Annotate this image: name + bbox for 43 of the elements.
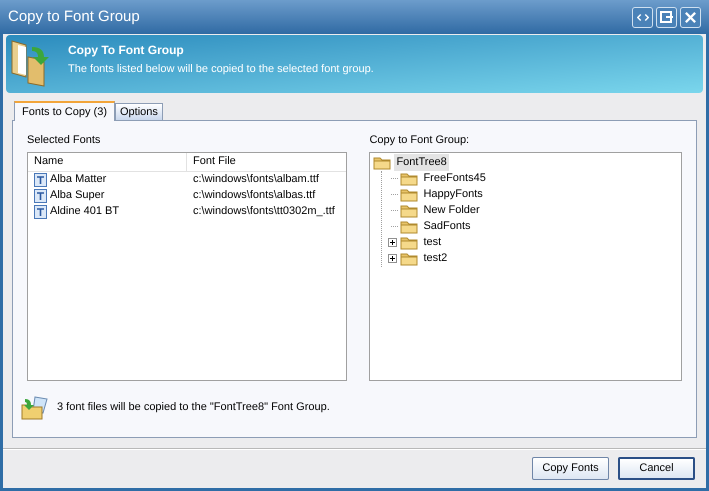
header-title: Copy To Font Group <box>68 42 185 59</box>
font-file-icon <box>34 188 47 202</box>
font-file-icon <box>34 204 47 218</box>
restore-button[interactable] <box>656 6 677 28</box>
tree-item[interactable]: FreeFonts45 <box>421 170 488 187</box>
close-icon <box>684 10 697 24</box>
folder-icon <box>400 252 418 266</box>
dialog-button[interactable]: Cancel <box>618 457 695 480</box>
dialog-button[interactable]: Copy Fonts <box>532 457 609 480</box>
restore-icon <box>660 11 674 23</box>
font-file-path: c:\windows\fonts\albas.ttf <box>192 188 316 204</box>
list-label: Selected Fonts <box>27 133 102 148</box>
close-button[interactable] <box>680 6 701 28</box>
column-header[interactable]: Font File <box>187 152 346 170</box>
font-name[interactable]: Alba Super <box>50 187 104 204</box>
tree-item[interactable]: New Folder <box>421 202 482 219</box>
tree-label: Copy to Font Group: <box>369 133 470 148</box>
tree-item[interactable]: FontTree8 <box>394 154 449 171</box>
header-description: The fonts listed below will be copied to the selected font group. <box>68 62 374 77</box>
font-file-path: c:\windows\fonts\tt0302m_.ttf <box>192 204 335 220</box>
font-file-path: c:\windows\fonts\albam.ttf <box>192 172 319 188</box>
folder-icon <box>400 220 418 234</box>
expand-toggle[interactable] <box>388 238 398 247</box>
folder-icon <box>400 204 418 218</box>
status-message: 3 font files will be copied to the "FontTree8" Font Group. <box>57 400 330 416</box>
column-header[interactable]: Name <box>28 152 187 170</box>
tab[interactable]: Fonts to Copy (3) <box>14 101 115 121</box>
resize-button[interactable] <box>632 6 653 28</box>
tree-item[interactable]: HappyFonts <box>421 186 485 203</box>
expand-toggle[interactable] <box>388 254 398 263</box>
folder-icon <box>400 236 418 250</box>
tree-item[interactable]: test <box>421 234 444 251</box>
resize-icon <box>636 12 648 22</box>
folder-icon <box>400 188 418 202</box>
font-file-icon <box>34 172 47 186</box>
folder-icon <box>373 156 392 170</box>
window-title: Copy to Font Group <box>8 6 141 27</box>
tab[interactable]: Options <box>114 103 163 120</box>
tree-item[interactable]: SadFonts <box>421 218 473 235</box>
font-name[interactable]: Alba Matter <box>50 171 106 188</box>
folder-icon <box>400 172 418 186</box>
font-name[interactable]: Aldine 401 BT <box>50 203 120 220</box>
tree-item[interactable]: test2 <box>421 250 450 267</box>
